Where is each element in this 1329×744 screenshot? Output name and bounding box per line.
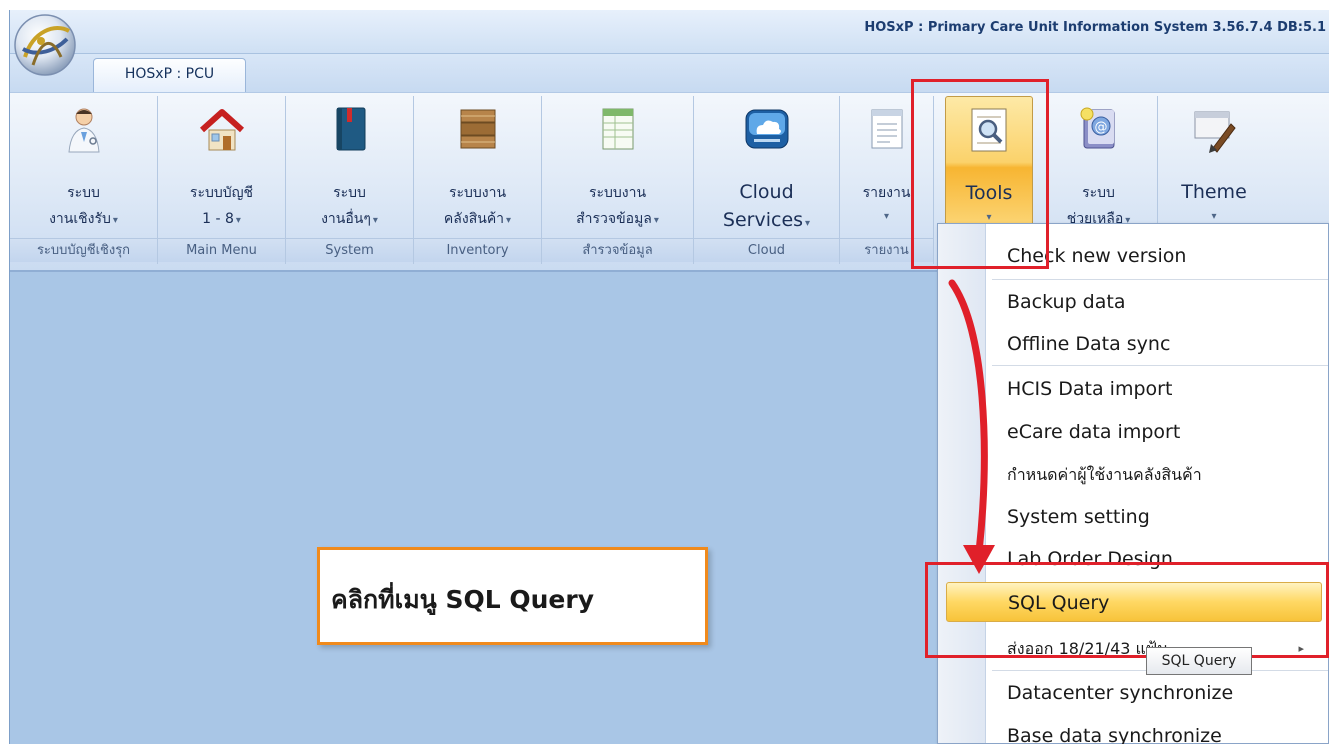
menu-item-backup-data[interactable]: Backup data bbox=[992, 282, 1322, 322]
ribbon-button-label: ระบบ งานอื่นๆ ▾ bbox=[321, 185, 378, 227]
group-caption: System bbox=[286, 238, 413, 262]
instruction-callout: คลิกที่เมนู SQL Query bbox=[317, 547, 708, 645]
menu-item-sql-query[interactable]: SQL Query bbox=[946, 582, 1322, 622]
menu-item-system-setting[interactable]: System setting bbox=[992, 497, 1322, 537]
ribbon-button-tools[interactable]: Tools ▾ bbox=[945, 96, 1033, 234]
ribbon-button-reception[interactable]: ระบบ งานเชิงรับ ▾ ระบบบัญชีเชิงรุก bbox=[10, 96, 158, 264]
ribbon-button-label: ระบบงาน สำรวจข้อมูล ▾ bbox=[576, 185, 659, 227]
menu-item-datacenter-synchronize[interactable]: Datacenter synchronize bbox=[992, 673, 1322, 713]
menu-icon-gutter bbox=[938, 224, 986, 743]
menu-item-inventory-user-settings[interactable]: กำหนดค่าผู้ใช้งานคลังสินค้า bbox=[992, 455, 1322, 495]
tools-dropdown-menu: Check new version Backup data Offline Da… bbox=[937, 223, 1329, 744]
book-icon bbox=[325, 104, 375, 154]
menu-separator bbox=[992, 279, 1328, 280]
ribbon-button-reports[interactable]: รายงาน ▾ รายงาน bbox=[840, 96, 934, 264]
ribbon-button-label: Tools ▾ bbox=[965, 182, 1013, 223]
menu-item-base-data-synchronize[interactable]: Base data synchronize bbox=[992, 716, 1322, 744]
app-orb-button[interactable] bbox=[11, 11, 83, 79]
submenu-arrow-icon: ▸ bbox=[1298, 642, 1304, 655]
group-caption: ระบบบัญชีเชิงรุก bbox=[10, 238, 157, 262]
ribbon-button-cloud-services[interactable]: Cloud Services ▾ Cloud bbox=[694, 96, 840, 264]
group-caption: Cloud bbox=[694, 238, 839, 262]
ribbon-button-accounts[interactable]: ระบบบัญชี 1 - 8 ▾ Main Menu bbox=[158, 96, 286, 264]
ribbon-button-label: Theme ▾ bbox=[1181, 181, 1247, 222]
ribbon-button-inventory[interactable]: ระบบงาน คลังสินค้า ▾ Inventory bbox=[414, 96, 542, 264]
ribbon-button-label: ระบบ งานเชิงรับ ▾ bbox=[49, 185, 118, 227]
menu-item-hcis-data-import[interactable]: HCIS Data import bbox=[992, 369, 1322, 409]
ribbon-button-survey[interactable]: ระบบงาน สำรวจข้อมูล ▾ สำรวจข้อมูล bbox=[542, 96, 694, 264]
menu-item-ecare-data-import[interactable]: eCare data import bbox=[992, 412, 1322, 452]
window-title: HOSxP : Primary Care Unit Information Sy… bbox=[864, 20, 1326, 35]
ribbon-button-label: ระบบงาน คลังสินค้า ▾ bbox=[443, 185, 512, 227]
ribbon-button-label: ระบบบัญชี 1 - 8 ▾ bbox=[189, 185, 254, 227]
ribbon-button-label: Cloud Services ▾ bbox=[722, 181, 811, 231]
theme-brush-icon bbox=[1189, 104, 1239, 154]
menu-item-check-new-version[interactable]: Check new version bbox=[992, 236, 1322, 276]
title-bar: HOSxP : Primary Care Unit Information Sy… bbox=[10, 10, 1329, 54]
report-icon bbox=[862, 104, 912, 154]
tab-hosxp-pcu[interactable]: HOSxP : PCU bbox=[93, 58, 246, 93]
menu-separator bbox=[992, 365, 1328, 366]
ribbon-tab-strip: HOSxP : PCU bbox=[10, 54, 1329, 93]
tooltip: SQL Query bbox=[1146, 647, 1252, 675]
ribbon-button-other-systems[interactable]: ระบบ งานอื่นๆ ▾ System bbox=[286, 96, 414, 264]
group-caption: Inventory bbox=[414, 238, 541, 262]
callout-text: คลิกที่เมนู SQL Query bbox=[331, 585, 595, 614]
boxes-icon bbox=[453, 104, 503, 154]
doctor-icon bbox=[59, 104, 109, 154]
group-caption: Main Menu bbox=[158, 238, 285, 262]
svg-text:@: @ bbox=[1094, 120, 1107, 135]
group-caption: รายงาน bbox=[840, 238, 933, 262]
house-icon bbox=[197, 104, 247, 154]
ribbon-button-label: รายงาน ▾ bbox=[862, 185, 911, 222]
tools-icon bbox=[964, 105, 1014, 155]
menu-item-label: ส่งออก 18/21/43 แฟ้ม bbox=[1007, 639, 1168, 658]
spreadsheet-icon bbox=[593, 104, 643, 154]
help-book-icon: @ bbox=[1074, 104, 1124, 154]
menu-item-lab-order-design[interactable]: Lab Order Design bbox=[992, 539, 1322, 579]
menu-item-offline-data-sync[interactable]: Offline Data sync bbox=[992, 324, 1322, 364]
cloud-icon bbox=[742, 104, 792, 154]
group-caption: สำรวจข้อมูล bbox=[542, 238, 693, 262]
hosxp-logo-icon bbox=[14, 14, 76, 76]
